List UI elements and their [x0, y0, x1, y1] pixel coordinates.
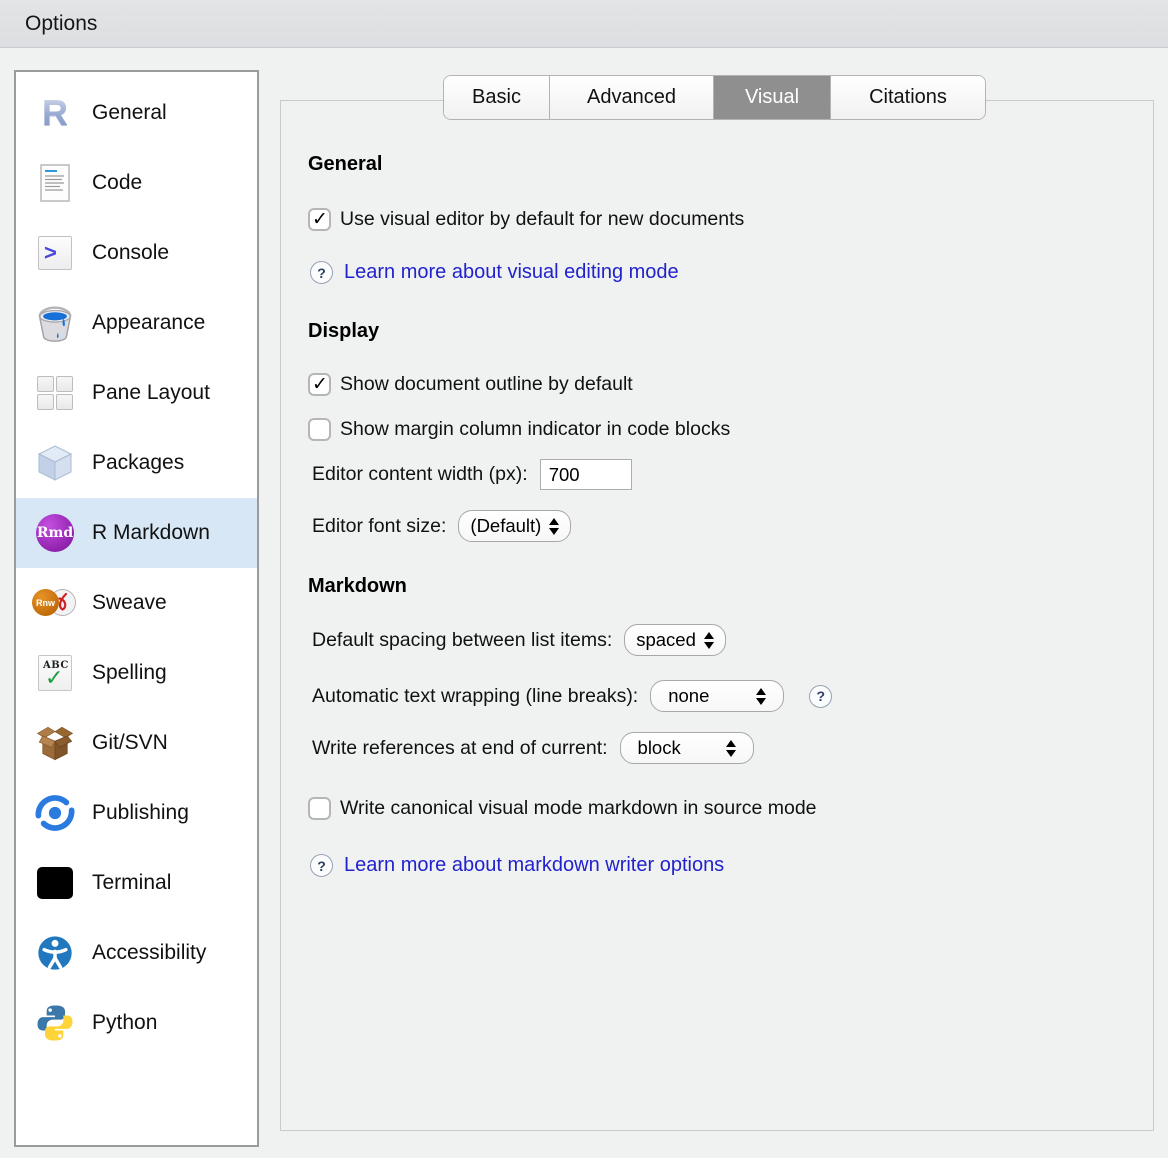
use-visual-editor-label: Use visual editor by default for new doc… — [340, 208, 744, 231]
updown-arrows-icon — [756, 688, 766, 705]
updown-arrows-icon — [726, 740, 736, 757]
options-category-sidebar: R General Code > Console — [14, 70, 259, 1147]
editor-width-label: Editor content width (px): — [312, 463, 528, 486]
sidebar-item-label: Accessibility — [92, 941, 206, 965]
tab-basic[interactable]: Basic — [444, 76, 550, 119]
text-wrapping-label: Automatic text wrapping (line breaks): — [312, 685, 638, 708]
sidebar-item-packages[interactable]: Packages — [16, 428, 257, 498]
editor-width-row: Editor content width (px): — [312, 459, 1133, 490]
list-spacing-label: Default spacing between list items: — [312, 629, 612, 652]
show-margin-row: Show margin column indicator in code blo… — [308, 418, 1133, 441]
text-wrapping-row: Automatic text wrapping (line breaks): n… — [312, 680, 1133, 712]
r-logo-icon: R — [34, 91, 76, 135]
sidebar-item-label: General — [92, 101, 167, 125]
references-label: Write references at end of current: — [312, 737, 608, 760]
help-icon[interactable]: ? — [310, 854, 333, 877]
sidebar-item-label: Pane Layout — [92, 381, 210, 405]
markdown-writer-help-row: ? Learn more about markdown writer optio… — [310, 854, 1133, 877]
sidebar-item-spelling[interactable]: ABC ✓ Spelling — [16, 638, 257, 708]
general-section-heading: General — [308, 153, 1133, 176]
text-wrapping-value: none — [668, 685, 709, 707]
sidebar-item-console[interactable]: > Console — [16, 218, 257, 288]
sidebar-item-label: Packages — [92, 451, 184, 475]
sidebar-item-label: Git/SVN — [92, 731, 168, 755]
code-document-icon — [34, 161, 76, 205]
canonical-markdown-label: Write canonical visual mode markdown in … — [340, 797, 817, 820]
window-title: Options — [25, 12, 97, 36]
canonical-markdown-checkbox[interactable] — [308, 797, 331, 820]
text-wrapping-help-icon[interactable]: ? — [809, 685, 832, 708]
editor-font-size-select[interactable]: (Default) — [458, 510, 571, 542]
show-margin-checkbox[interactable] — [308, 418, 331, 441]
terminal-square-icon — [34, 861, 76, 905]
paint-bucket-icon — [34, 301, 76, 345]
package-cube-icon — [34, 441, 76, 485]
rmd-badge-icon: Rmd — [34, 511, 76, 555]
sidebar-item-label: Sweave — [92, 591, 167, 615]
references-value: block — [638, 737, 681, 759]
sidebar-item-publishing[interactable]: Publishing — [16, 778, 257, 848]
text-wrapping-select[interactable]: none — [650, 680, 784, 712]
visual-settings-panel: General Use visual editor by default for… — [280, 100, 1154, 1131]
editor-width-input[interactable] — [540, 459, 632, 490]
sidebar-item-label: Terminal — [92, 871, 171, 895]
visual-editing-help-row: ? Learn more about visual editing mode — [310, 261, 1133, 284]
editor-font-size-label: Editor font size: — [312, 515, 446, 538]
show-outline-label: Show document outline by default — [340, 373, 633, 396]
editor-font-size-row: Editor font size: (Default) — [312, 510, 1133, 542]
canonical-markdown-row: Write canonical visual mode markdown in … — [308, 797, 1133, 820]
sidebar-item-code[interactable]: Code — [16, 148, 257, 218]
show-outline-row: Show document outline by default — [308, 373, 1133, 396]
display-section-heading: Display — [308, 320, 1133, 343]
sidebar-item-sweave[interactable]: Rnw Sweave — [16, 568, 257, 638]
sidebar-item-label: R Markdown — [92, 521, 210, 545]
python-logo-icon — [34, 1001, 76, 1045]
sidebar-item-general[interactable]: R General — [16, 78, 257, 148]
connect-logo-icon — [34, 791, 76, 835]
sidebar-item-pane-layout[interactable]: Pane Layout — [16, 358, 257, 428]
updown-arrows-icon — [704, 632, 714, 649]
show-margin-label: Show margin column indicator in code blo… — [340, 418, 730, 441]
sidebar-item-appearance[interactable]: Appearance — [16, 288, 257, 358]
references-row: Write references at end of current: bloc… — [312, 732, 1133, 764]
tab-citations[interactable]: Citations — [831, 76, 985, 119]
sidebar-item-terminal[interactable]: Terminal — [16, 848, 257, 918]
sidebar-item-label: Spelling — [92, 661, 167, 685]
sweave-rnw-pdf-icon: Rnw — [34, 581, 76, 625]
show-outline-checkbox[interactable] — [308, 373, 331, 396]
sidebar-item-label: Code — [92, 171, 142, 195]
tab-advanced[interactable]: Advanced — [550, 76, 714, 119]
references-select[interactable]: block — [620, 732, 754, 764]
updown-arrows-icon — [549, 518, 559, 535]
sidebar-item-label: Console — [92, 241, 169, 265]
list-spacing-select[interactable]: spaced — [624, 624, 726, 656]
help-icon[interactable]: ? — [310, 261, 333, 284]
learn-more-visual-editing-link[interactable]: Learn more about visual editing mode — [344, 261, 679, 284]
sidebar-item-label: Publishing — [92, 801, 189, 825]
abc-spellcheck-icon: ABC ✓ — [34, 651, 76, 695]
sidebar-item-git-svn[interactable]: Git/SVN — [16, 708, 257, 778]
editor-font-size-value: (Default) — [470, 515, 541, 537]
sidebar-item-r-markdown[interactable]: Rmd R Markdown — [16, 498, 257, 568]
console-prompt-icon: > — [34, 231, 76, 275]
use-visual-editor-row: Use visual editor by default for new doc… — [308, 208, 1133, 231]
learn-more-markdown-writer-link[interactable]: Learn more about markdown writer options — [344, 854, 724, 877]
sidebar-item-label: Python — [92, 1011, 157, 1035]
list-spacing-row: Default spacing between list items: spac… — [312, 624, 1133, 656]
settings-tabbar: Basic Advanced Visual Citations — [443, 75, 986, 120]
window-titlebar: Options — [0, 0, 1168, 48]
markdown-section-heading: Markdown — [308, 575, 1133, 598]
sidebar-item-label: Appearance — [92, 311, 205, 335]
cardboard-box-icon — [34, 721, 76, 765]
sidebar-item-python[interactable]: Python — [16, 988, 257, 1058]
sidebar-item-accessibility[interactable]: Accessibility — [16, 918, 257, 988]
pane-grid-icon — [34, 371, 76, 415]
accessibility-person-icon — [34, 931, 76, 975]
list-spacing-value: spaced — [636, 629, 696, 651]
use-visual-editor-checkbox[interactable] — [308, 208, 331, 231]
tab-visual[interactable]: Visual — [714, 76, 831, 119]
